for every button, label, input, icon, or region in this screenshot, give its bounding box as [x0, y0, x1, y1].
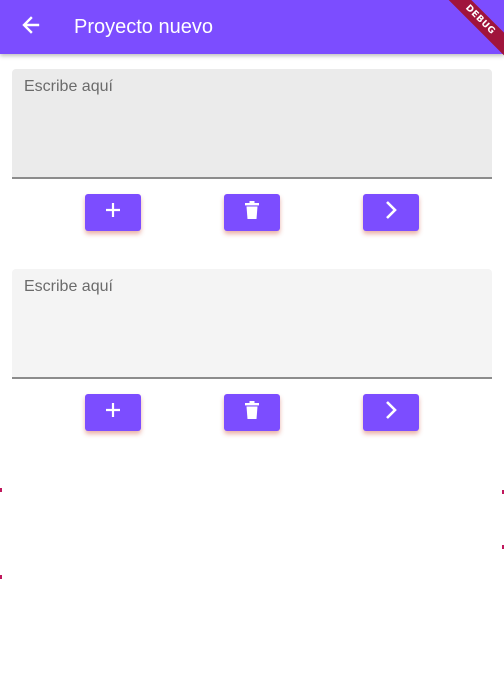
entry-card: Escribe aquí — [12, 269, 492, 432]
plus-icon — [105, 202, 121, 223]
delete-button[interactable] — [224, 394, 280, 431]
entry-card: Escribe aquí — [12, 69, 492, 232]
text-field[interactable]: Escribe aquí — [12, 269, 492, 379]
back-button[interactable] — [12, 8, 50, 46]
chevron-right-icon — [384, 200, 398, 225]
page-title: Proyecto nuevo — [74, 16, 213, 38]
debug-banner: DEBUG — [438, 0, 504, 62]
arrow-back-icon — [21, 15, 41, 40]
add-button[interactable] — [85, 394, 141, 431]
trash-icon — [245, 201, 259, 224]
button-row — [12, 194, 492, 232]
button-row — [12, 394, 492, 432]
screen: Proyecto nuevo DEBUG Escribe aquí Escrib… — [0, 0, 504, 689]
trash-icon — [245, 401, 259, 424]
chevron-right-icon — [384, 400, 398, 425]
edge-artifact — [0, 575, 2, 579]
text-field-placeholder: Escribe aquí — [24, 278, 113, 295]
next-button[interactable] — [363, 394, 419, 431]
text-field-placeholder: Escribe aquí — [24, 78, 113, 95]
text-field[interactable]: Escribe aquí — [12, 69, 492, 179]
edge-artifact — [0, 488, 2, 492]
app-bar: Proyecto nuevo DEBUG — [0, 0, 504, 62]
plus-icon — [105, 402, 121, 423]
delete-button[interactable] — [224, 194, 280, 231]
add-button[interactable] — [85, 194, 141, 231]
next-button[interactable] — [363, 194, 419, 231]
